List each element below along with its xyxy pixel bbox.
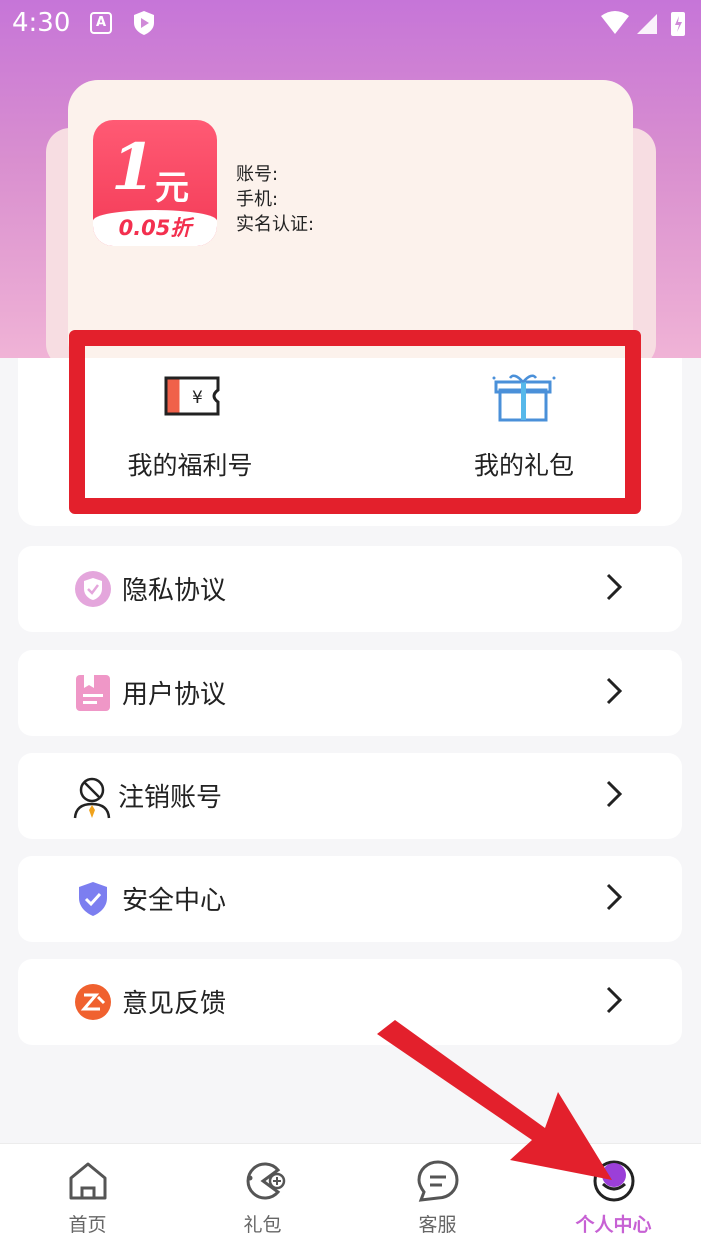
chevron-right-icon (606, 883, 623, 911)
app-a-notification-icon: A (90, 12, 112, 34)
account-label: 账号: (236, 164, 279, 185)
nav-tab-customer-service[interactable]: 客服 (350, 1144, 525, 1247)
nav-tab-profile[interactable]: 个人中心 (526, 1144, 701, 1247)
user-agreement-icon (74, 674, 112, 712)
nav-label-customer-service: 客服 (418, 1214, 457, 1236)
phone-label: 手机: (236, 189, 279, 210)
privacy-shield-icon (74, 570, 112, 608)
logo-number: 1 (111, 130, 156, 205)
menu-label-feedback: 意见反馈 (122, 989, 227, 1019)
chevron-right-icon (606, 573, 623, 601)
status-bar: 4:30 A (0, 0, 701, 48)
menu-label-privacy: 隐私协议 (122, 576, 227, 606)
profile-info: 账号: 手机: 实名认证: (236, 162, 314, 237)
menu-row-user-agreement[interactable]: 用户协议 (18, 650, 682, 736)
menu-label-cancel-account: 注销账号 (118, 783, 223, 813)
nav-label-home: 首页 (68, 1214, 107, 1236)
menu-row-privacy[interactable]: 隐私协议 (18, 546, 682, 632)
signal-icon (637, 14, 657, 34)
app-logo: 1 元 0.05折 (93, 120, 217, 246)
logo-yuan: 元 (155, 168, 189, 208)
menu-row-feedback[interactable]: 意见反馈 (18, 959, 682, 1045)
wifi-icon (601, 11, 629, 34)
chevron-right-icon (606, 677, 623, 705)
nav-tab-gifts[interactable]: 礼包 (175, 1144, 350, 1247)
status-system-icons (599, 8, 691, 42)
realname-label: 实名认证: (236, 214, 315, 235)
bottom-navigation: 首页 礼包 客服 个人中心 (0, 1143, 701, 1247)
security-shield-icon (74, 880, 112, 918)
cancel-account-icon (72, 777, 111, 819)
menu-row-cancel-account[interactable]: 注销账号 (18, 753, 682, 839)
play-store-notification-icon (132, 10, 156, 40)
menu-label-security-center: 安全中心 (122, 886, 227, 916)
status-time: 4:30 (12, 8, 71, 38)
logo-discount: 0.05折 (118, 216, 192, 240)
chevron-right-icon (606, 986, 623, 1014)
feedback-icon (74, 983, 112, 1021)
chevron-right-icon (606, 780, 623, 808)
menu-label-user-agreement: 用户协议 (122, 680, 227, 710)
menu-row-security-center[interactable]: 安全中心 (18, 856, 682, 942)
home-icon (69, 1162, 107, 1200)
chat-bubble-icon (417, 1160, 459, 1202)
nav-label-gifts: 礼包 (243, 1214, 282, 1236)
nav-label-profile: 个人中心 (575, 1214, 652, 1236)
nav-tab-home[interactable]: 首页 (0, 1144, 175, 1247)
gift-pacman-icon (246, 1162, 286, 1200)
annotation-highlight-box (69, 330, 641, 514)
profile-smile-icon (593, 1160, 635, 1202)
